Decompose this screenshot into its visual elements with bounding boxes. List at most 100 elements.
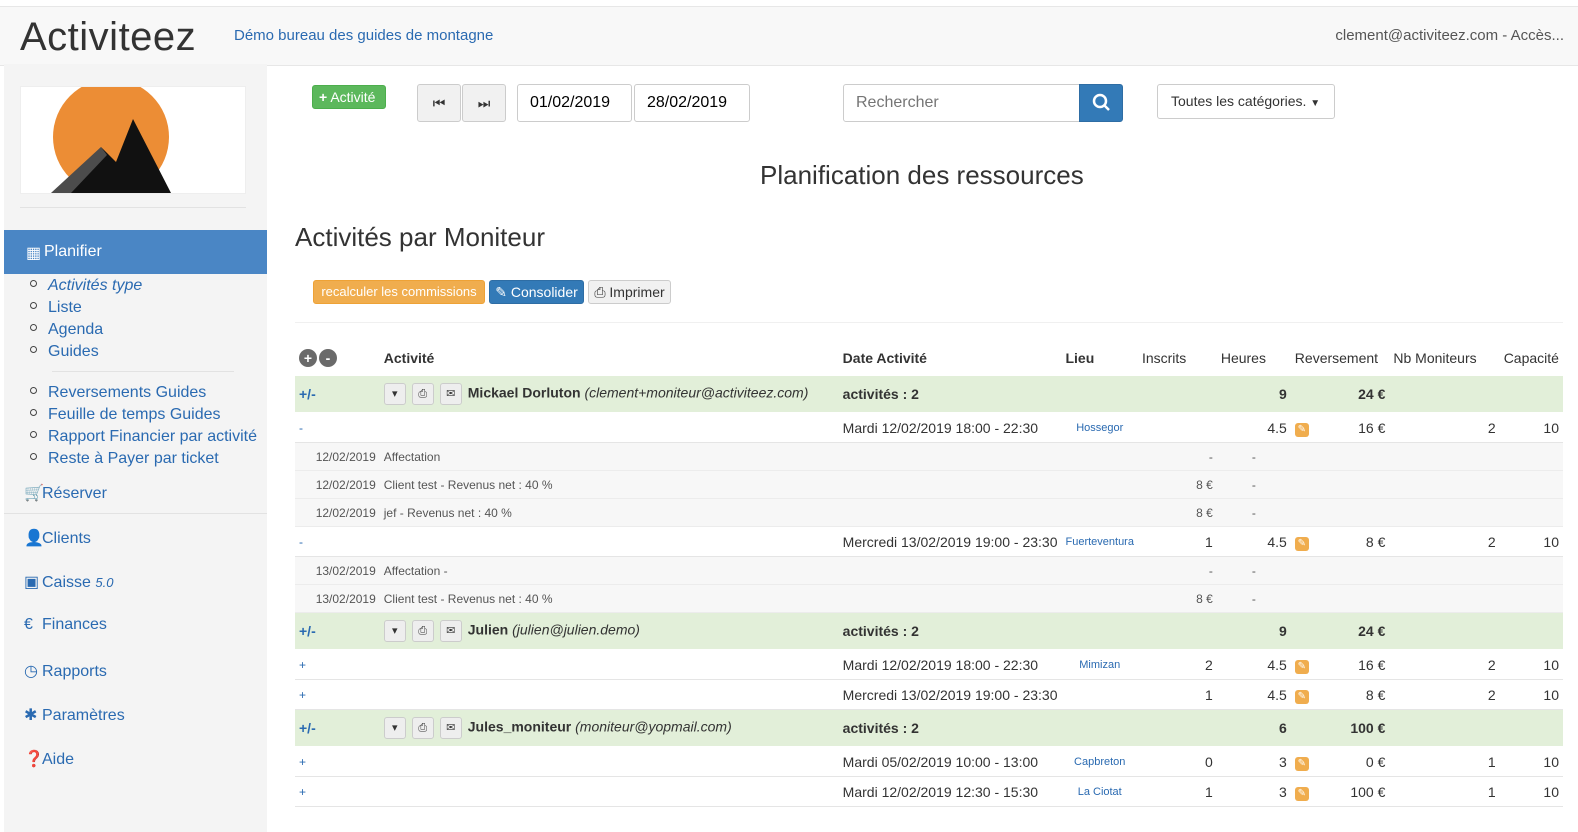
table-row: - Mercredi 13/02/2019 19:00 - 23:30 Fuer…	[295, 526, 1563, 557]
column-header-activite[interactable]: Activité	[380, 340, 839, 376]
recalculate-commissions-button[interactable]: recalculer les commissions	[313, 280, 485, 304]
sidebar-item-aide[interactable]: ❓Aide	[24, 749, 74, 769]
table-row: + Mardi 12/02/2019 18:00 - 22:30 Mimizan…	[295, 649, 1563, 680]
column-header-capacite[interactable]: Capacité	[1500, 340, 1563, 376]
edit-icon[interactable]: ✎	[1294, 422, 1309, 437]
organization-name[interactable]: Démo bureau des guides de montagne	[234, 27, 493, 44]
group-toggle[interactable]: +/-	[295, 376, 380, 413]
next-period-button[interactable]: ⏭	[462, 84, 506, 122]
date-from-input[interactable]	[517, 84, 632, 122]
activity-capacite: 10	[1499, 746, 1563, 777]
sidebar-item-reserver[interactable]: 🛒Réserver	[24, 483, 107, 503]
row-toggle[interactable]: +	[295, 679, 380, 710]
date-to-input[interactable]	[634, 84, 750, 122]
envelope-icon[interactable]: ✉	[439, 383, 462, 405]
sidebar-sub-rapport-financier[interactable]: Rapport Financier par activité	[30, 428, 257, 446]
sidebar-item-planifier[interactable]: ▦ Planifier	[4, 230, 267, 274]
sidebar-sub-reversements[interactable]: Reversements Guides	[30, 384, 206, 402]
sidebar-sub-activites-type[interactable]: Activités type	[30, 277, 142, 295]
edit-icon[interactable]: ✎	[1294, 756, 1309, 771]
print-icon[interactable]: ⎙	[411, 383, 434, 405]
sidebar-divider	[4, 513, 267, 514]
group-toggle[interactable]: +/-	[295, 612, 380, 650]
consolidate-button[interactable]: ✎ Consolider	[489, 280, 584, 304]
activity-heures: 3	[1216, 776, 1291, 807]
activity-capacite: 10	[1499, 679, 1563, 710]
group-heures: 9	[1279, 623, 1287, 639]
question-icon: ❓	[24, 751, 44, 768]
activity-date: Mardi 05/02/2019 10:00 - 13:00	[838, 746, 1062, 777]
previous-period-button[interactable]: ⏮	[417, 84, 461, 122]
sidebar-item-finances[interactable]: € Finances	[24, 616, 107, 634]
search-icon	[1092, 93, 1110, 111]
brand-logo-text[interactable]: Activiteez	[20, 15, 196, 60]
activity-lieu-link[interactable]: Capbreton	[1061, 746, 1138, 777]
activity-inscrits: 1	[1137, 776, 1217, 807]
column-header-date[interactable]: Date Activité	[839, 340, 1062, 376]
activity-capacite: 10	[1499, 649, 1563, 680]
row-toggle[interactable]: +	[295, 746, 380, 777]
activity-lieu-link[interactable]: Hossegor	[1061, 412, 1138, 443]
row-toggle[interactable]: +	[295, 776, 380, 807]
activity-lieu-link[interactable]	[1061, 679, 1138, 710]
sidebar-sub-agenda[interactable]: Agenda	[30, 321, 103, 339]
activity-count: activités : 2	[842, 623, 919, 639]
activities-table: + - Activité Date Activité Lieu Inscrits …	[295, 340, 1563, 807]
group-toggle[interactable]: +/-	[295, 709, 380, 747]
activity-lieu-link[interactable]: Mimizan	[1061, 649, 1138, 680]
activity-heures: 4.5	[1216, 526, 1291, 557]
activity-heures: 3	[1216, 746, 1291, 777]
activity-lieu-link[interactable]: La Ciotat	[1061, 776, 1138, 807]
expand-all-icon: +	[299, 349, 317, 367]
row-toggle[interactable]: -	[295, 526, 380, 557]
sidebar-item-label: Planifier	[44, 243, 102, 260]
column-header-nb-moniteurs[interactable]: Nb Moniteurs	[1389, 340, 1499, 376]
activity-heures: 4.5	[1216, 412, 1291, 443]
activity-nb-moniteurs: 2	[1389, 412, 1500, 443]
sidebar-sub-feuille-temps[interactable]: Feuille de temps Guides	[30, 406, 221, 424]
envelope-icon[interactable]: ✉	[439, 717, 462, 739]
sidebar-item-rapports[interactable]: ◷ Rapports	[24, 661, 107, 681]
row-toggle[interactable]: -	[295, 412, 380, 443]
expand-collapse-all[interactable]: + -	[295, 340, 380, 376]
activity-lieu-link[interactable]: Fuerteventura	[1061, 526, 1138, 557]
edit-icon[interactable]: ✎	[1294, 689, 1309, 704]
sidebar-sub-reste-a-payer[interactable]: Reste à Payer par ticket	[30, 450, 219, 468]
sidebar-item-caisse[interactable]: ▣ Caisse 5.0	[24, 572, 113, 592]
print-icon[interactable]: ⎙	[411, 620, 434, 642]
activity-reversement: 0 €	[1312, 746, 1390, 777]
sidebar-sub-guides[interactable]: Guides	[30, 343, 99, 361]
column-header-inscrits[interactable]: Inscrits	[1138, 340, 1217, 376]
print-button[interactable]: ⎙ Imprimer	[588, 280, 671, 304]
search-input[interactable]	[843, 84, 1080, 122]
envelope-icon[interactable]: ✉	[439, 620, 462, 642]
sidebar: ▦ Planifier Activités type Liste Agenda …	[4, 64, 267, 832]
category-dropdown[interactable]: Toutes les catégories. ▼	[1157, 84, 1335, 119]
euro-icon: €	[24, 616, 33, 633]
table-header-row: + - Activité Date Activité Lieu Inscrits …	[295, 340, 1563, 376]
dropdown-toggle-icon[interactable]: ▾	[383, 620, 406, 642]
column-header-heures[interactable]: Heures	[1217, 340, 1291, 376]
guide-group-row: +/- ▾ ⎙ ✉ Mickael Dorluton (clement+moniteu…	[295, 376, 1563, 413]
dropdown-toggle-icon[interactable]: ▾	[383, 717, 406, 739]
row-toggle[interactable]: +	[295, 649, 380, 680]
dropdown-toggle-icon[interactable]: ▾	[383, 383, 406, 405]
activity-reversement: 16 €	[1312, 649, 1390, 680]
activity-inscrits	[1137, 412, 1217, 443]
user-account-menu[interactable]: clement@activiteez.com - Accès...	[1335, 27, 1564, 44]
gear-icon: ✱	[24, 707, 38, 724]
sidebar-item-parametres[interactable]: ✱ Paramètres	[24, 705, 125, 725]
edit-icon[interactable]: ✎	[1294, 786, 1309, 801]
sidebar-item-clients[interactable]: 👤Clients	[24, 528, 91, 548]
edit-icon[interactable]: ✎	[1294, 659, 1309, 674]
add-activity-button[interactable]: + Activité	[312, 85, 386, 109]
detail-row: 12/02/2019 Affectation - -	[295, 442, 1563, 471]
section-title: Activités par Moniteur	[295, 222, 545, 252]
print-icon[interactable]: ⎙	[411, 717, 434, 739]
activity-date: Mardi 12/02/2019 18:00 - 22:30	[838, 649, 1062, 680]
search-button[interactable]	[1079, 84, 1123, 122]
column-header-reversement[interactable]: Reversement	[1291, 340, 1390, 376]
sidebar-sub-liste[interactable]: Liste	[30, 299, 82, 317]
edit-icon[interactable]: ✎	[1294, 536, 1309, 551]
column-header-lieu[interactable]: Lieu	[1061, 340, 1137, 376]
